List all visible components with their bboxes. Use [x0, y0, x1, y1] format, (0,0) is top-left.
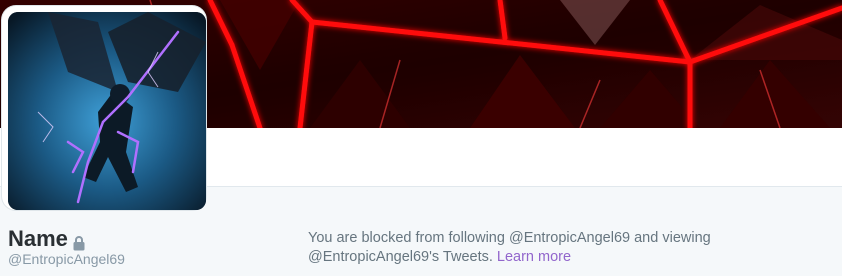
avatar-frame[interactable] — [2, 6, 206, 210]
lock-icon — [73, 232, 85, 250]
profile-name[interactable]: Name — [8, 227, 85, 251]
avatar[interactable] — [8, 12, 206, 210]
learn-more-link[interactable]: Learn more — [497, 249, 571, 265]
blocked-notice: You are blocked from following @Entropic… — [308, 229, 842, 267]
avatar-image — [8, 12, 206, 210]
profile-handle[interactable]: @EntropicAngel69 — [8, 251, 125, 267]
profile-name-text[interactable]: Name — [8, 227, 68, 251]
